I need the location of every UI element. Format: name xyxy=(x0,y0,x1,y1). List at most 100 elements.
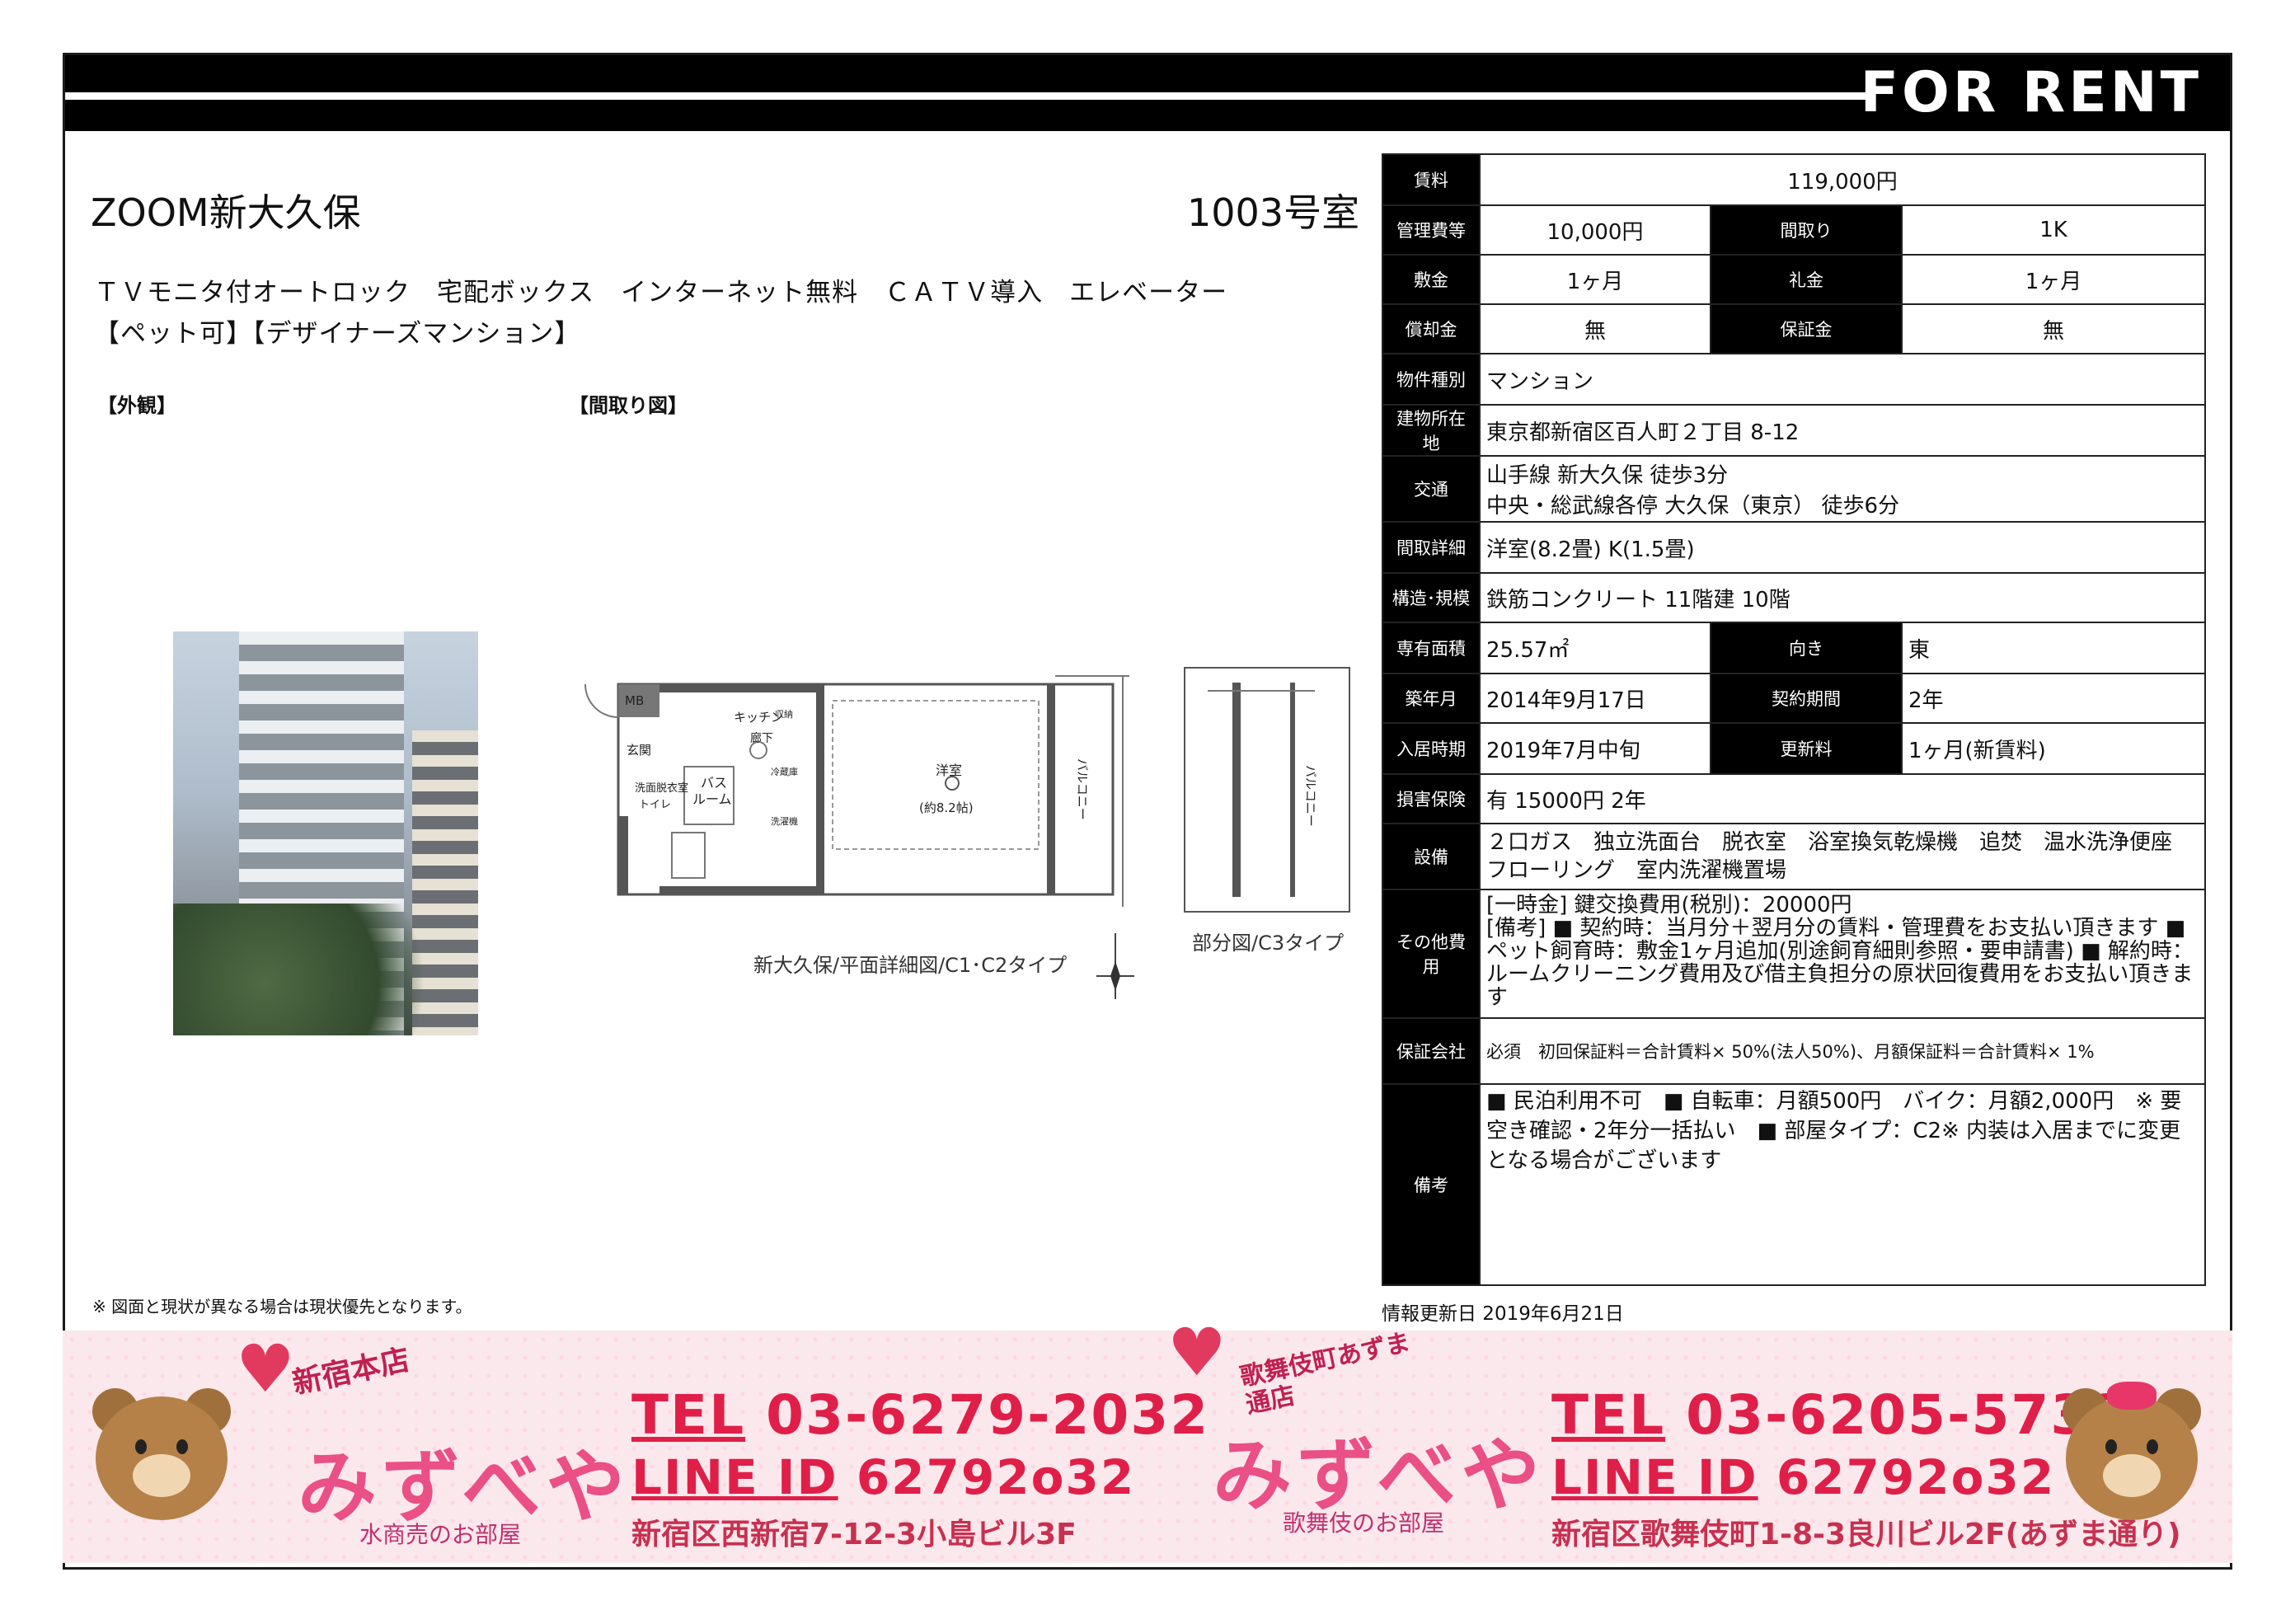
label-mgmt: 管理費等 xyxy=(1382,204,1481,256)
shop2-tel-label: TEL xyxy=(1551,1383,1666,1447)
bow-icon xyxy=(2107,1382,2157,1410)
label-type: 物件種別 xyxy=(1382,353,1481,406)
shop1-tel-number[interactable]: 03-6279-2032 xyxy=(766,1383,1209,1447)
label-deposit: 敷金 xyxy=(1382,254,1481,305)
plan-fridge: 冷蔵庫 xyxy=(771,766,798,777)
value-layout-detail: 洋室(8.2畳) K(1.5畳) xyxy=(1479,521,2206,574)
floorplan-label: 新大久保/平面詳細図/C1･C2タイプ xyxy=(753,954,1068,977)
plan-bath-2: ルーム xyxy=(692,791,732,807)
heart-icon-2: ♥ xyxy=(1167,1314,1227,1391)
value-mgmt: 10,000円 xyxy=(1479,204,1711,256)
shop1-badge: 新宿本店 xyxy=(289,1343,413,1401)
plan-toilet: トイレ xyxy=(639,799,671,811)
row-move-in: 入居時期 2019年7月中旬 更新料 1ヶ月(新賃料) xyxy=(1382,722,2206,775)
floorplan-caption: 【間取り図】 xyxy=(569,394,688,417)
plan-note: ※ 図面と現状が異なる場合は現状優先となります。 xyxy=(92,1297,472,1317)
row-layout-detail: 間取詳細 洋室(8.2畳) K(1.5畳) xyxy=(1382,521,2206,574)
row-structure: 構造･規模 鉄筋コンクリート 11階建 10階 xyxy=(1382,572,2206,623)
shop1-address: 新宿区西新宿7-12-3小島ビル3F xyxy=(631,1518,1077,1551)
transport-line-2: 中央・総武線各停 大久保（東京） 徒歩6分 xyxy=(1486,494,1900,519)
row-deposit: 敷金 1ヶ月 礼金 1ヶ月 xyxy=(1382,254,2206,305)
row-facilities: 設備 ２口ガス 独立洗面台 脱衣室 浴室換気乾燥機 追焚 温水洗浄便座 フローリ… xyxy=(1382,823,2206,890)
plan-washroom: 洗面脱衣室 xyxy=(635,781,688,795)
label-guarantor: 保証会社 xyxy=(1382,1017,1481,1085)
value-remarks: ■ 民泊利用不可 ■ 自転車：月額500円 バイク：月額2,000円 ※ 要空き… xyxy=(1479,1083,2206,1286)
label-amort: 償却金 xyxy=(1382,303,1481,354)
shop1-line-label: LINE ID xyxy=(631,1449,838,1505)
partial-label: 部分図/C3タイプ xyxy=(1192,932,1345,955)
shop2-line-label: LINE ID xyxy=(1551,1449,1758,1505)
label-move-in: 入居時期 xyxy=(1382,722,1481,775)
row-insurance: 損害保険 有 15000円 2年 xyxy=(1382,773,2206,824)
label-key-money: 礼金 xyxy=(1710,254,1903,305)
bear-mascot-left xyxy=(87,1388,236,1537)
value-area: 25.57㎡ xyxy=(1479,622,1711,674)
footer-banner: ♥ 新宿本店 みずべや 水商売のお部屋 TEL 03-6279-2032 LIN… xyxy=(63,1314,2232,1563)
row-type: 物件種別 マンション xyxy=(1382,353,2206,406)
plan-mb: MB xyxy=(625,693,644,708)
label-layout-detail: 間取詳細 xyxy=(1382,521,1481,574)
row-mgmt: 管理費等 10,000円 間取り 1K xyxy=(1382,204,2206,256)
spec-table: 賃料 119,000円 管理費等 10,000円 間取り 1K 敷金 1ヶ月 礼… xyxy=(1382,153,2206,1286)
shop2-line-id[interactable]: 62792o32 xyxy=(1776,1449,2055,1505)
label-direction: 向き xyxy=(1710,622,1903,674)
value-guarantee: 無 xyxy=(1901,303,2206,354)
label-built: 築年月 xyxy=(1382,673,1481,724)
plan-room: 洋室 xyxy=(936,763,962,778)
exterior-caption: 【外観】 xyxy=(97,394,176,417)
label-structure: 構造･規模 xyxy=(1382,572,1481,623)
value-layout: 1K xyxy=(1901,204,2206,256)
label-contract: 契約期間 xyxy=(1710,673,1903,724)
value-move-in: 2019年7月中旬 xyxy=(1479,722,1711,775)
heart-icon: ♥ xyxy=(236,1331,295,1407)
shop1-tel: TEL 03-6279-2032 xyxy=(631,1383,1209,1447)
floorplan-drawing: MB キッチン 廊下 玄関 洗面脱衣室 トイレ バス ルーム 収納 冷蔵庫 洗濯… xyxy=(584,675,1129,907)
plan-storage: 収納 xyxy=(775,709,793,720)
shop1-line-id[interactable]: 62792o32 xyxy=(857,1449,1135,1505)
plan-washer: 洗濯機 xyxy=(771,815,798,827)
value-other-costs: [一時金] 鍵交換費用(税別)：20000円 [備考] ■ 契約時：当月分＋翌月… xyxy=(1479,889,2206,1019)
shop2-badge: 歌舞伎町あずま通店 xyxy=(1237,1327,1413,1420)
partial-balcony: バルコニー xyxy=(1303,765,1318,827)
value-type: マンション xyxy=(1479,353,2206,406)
building-name: ZOOM新大久保 xyxy=(91,190,361,235)
label-rent: 賃料 xyxy=(1382,153,1481,206)
transport-line-1: 山手線 新大久保 徒歩3分 xyxy=(1486,463,1729,488)
value-built: 2014年9月17日 xyxy=(1479,673,1711,724)
value-facilities: ２口ガス 独立洗面台 脱衣室 浴室換気乾燥機 追焚 温水洗浄便座 フローリング … xyxy=(1479,823,2206,890)
plan-entrance: 玄関 xyxy=(627,743,651,758)
features-line-1: ＴＶモニタ付オートロック 宅配ボックス インターネット無料 ＣＡＴＶ導入 エレベ… xyxy=(94,278,1228,307)
header-rule xyxy=(65,92,1872,100)
value-amort: 無 xyxy=(1479,303,1711,354)
shop1-tel-label: TEL xyxy=(631,1383,746,1447)
value-contract: 2年 xyxy=(1901,673,2206,724)
value-rent: 119,000円 xyxy=(1479,153,2206,206)
row-address: 建物所在地 東京都新宿区百人町２丁目 8-12 xyxy=(1382,404,2206,457)
label-facilities: 設備 xyxy=(1382,823,1481,890)
label-guarantee: 保証金 xyxy=(1710,303,1903,354)
label-renewal: 更新料 xyxy=(1710,722,1903,775)
plan-hall: 廊下 xyxy=(750,731,773,745)
value-deposit: 1ヶ月 xyxy=(1479,254,1711,305)
plan-room-size: (約8.2帖) xyxy=(919,800,974,815)
shop2-line: LINE ID 62792o32 xyxy=(1551,1449,2055,1505)
row-other-costs: その他費用 [一時金] 鍵交換費用(税別)：20000円 [備考] ■ 契約時：… xyxy=(1382,889,2206,1019)
label-insurance: 損害保険 xyxy=(1382,773,1481,824)
compass-icon xyxy=(1096,933,1134,999)
row-area: 専有面積 25.57㎡ 向き 東 xyxy=(1382,622,2206,674)
row-rent: 賃料 119,000円 xyxy=(1382,153,2206,206)
shop2-sub: 歌舞伎のお部屋 xyxy=(1283,1509,1445,1537)
value-transport: 山手線 新大久保 徒歩3分 中央・総武線各停 大久保（東京） 徒歩6分 xyxy=(1479,455,2206,523)
label-area: 専有面積 xyxy=(1382,622,1481,674)
shop1-line: LINE ID 62792o32 xyxy=(631,1449,1135,1505)
label-other-costs: その他費用 xyxy=(1382,889,1481,1019)
partial-drawing: バルコニー xyxy=(1184,667,1350,913)
value-key-money: 1ヶ月 xyxy=(1901,254,2206,305)
feature-list: ＴＶモニタ付オートロック 宅配ボックス インターネット無料 ＣＡＴＶ導入 エレベ… xyxy=(94,272,1227,354)
value-renewal: 1ヶ月(新賃料) xyxy=(1901,722,2206,775)
row-built: 築年月 2014年9月17日 契約期間 2年 xyxy=(1382,673,2206,724)
value-address: 東京都新宿区百人町２丁目 8-12 xyxy=(1479,404,2206,457)
header-bar: FOR RENT xyxy=(65,55,2230,131)
value-guarantor: 必須 初回保証料＝合計賃料× 50%(法人50%)、月額保証料＝合計賃料× 1% xyxy=(1479,1017,2206,1085)
value-direction: 東 xyxy=(1901,622,2206,674)
